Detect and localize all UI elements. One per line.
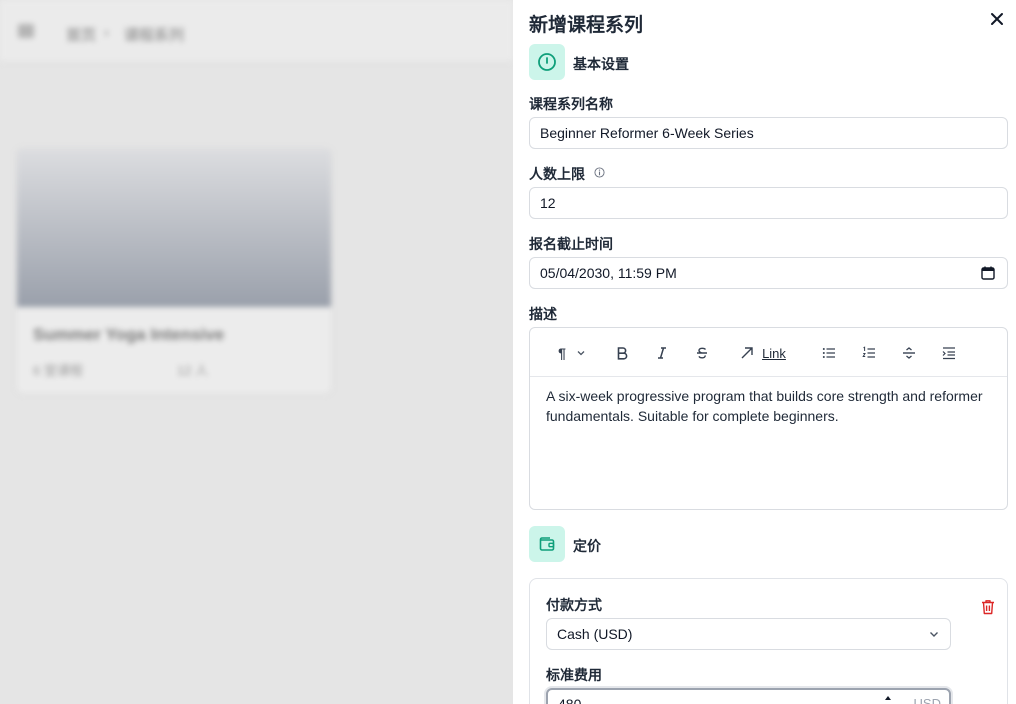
basic-section-icon-box bbox=[529, 44, 565, 80]
drawer-title: 新增课程系列 bbox=[529, 15, 644, 36]
chevron-down-icon bbox=[930, 632, 938, 637]
pricing-option-card: 付款方式 Cash (USD) 标准费用 USD bbox=[529, 578, 1008, 704]
background-page: 首页 › 课程系列 Summer Yoga Intensive 6 堂课程 12… bbox=[0, 0, 513, 704]
description-text[interactable]: A six-week progressive program that buil… bbox=[546, 386, 986, 426]
trash-icon bbox=[982, 600, 994, 615]
strikethrough-button[interactable] bbox=[692, 342, 712, 364]
breadcrumb-separator: › bbox=[104, 24, 109, 41]
payment-method-value: Cash (USD) bbox=[557, 626, 633, 642]
horizontal-rule-icon bbox=[903, 347, 915, 359]
close-button[interactable] bbox=[988, 10, 1006, 28]
editor-toolbar: ¶ Link bbox=[530, 328, 1007, 377]
standard-fee-label: 标准费用 bbox=[546, 667, 602, 683]
link-button[interactable]: Link bbox=[736, 342, 790, 364]
capacity-info-icon[interactable] bbox=[594, 167, 605, 178]
paragraph-style-dropdown[interactable]: ¶ bbox=[552, 342, 592, 364]
basic-section-label: 基本设置 bbox=[573, 56, 629, 72]
description-editor[interactable]: ¶ Link A six-week progressive program th… bbox=[529, 327, 1008, 510]
ordered-list-icon bbox=[862, 346, 875, 358]
standard-fee-input[interactable] bbox=[548, 690, 868, 704]
payment-method-select[interactable]: Cash (USD) bbox=[546, 618, 951, 650]
close-icon bbox=[991, 13, 1003, 25]
breadcrumb-home: 首页 bbox=[66, 27, 97, 44]
ordered-list-button[interactable] bbox=[859, 342, 879, 364]
deadline-input[interactable] bbox=[529, 257, 1008, 289]
info-icon bbox=[538, 53, 556, 71]
background-topbar: 首页 › 课程系列 bbox=[0, 0, 513, 62]
bullet-list-icon bbox=[822, 348, 835, 358]
deadline-label: 报名截止时间 bbox=[529, 236, 613, 252]
italic-icon bbox=[658, 347, 666, 359]
wallet-icon bbox=[539, 537, 555, 551]
create-series-drawer: 新增课程系列 基本设置 课程系列名称 人数上限 报名截止时间 描述 bbox=[513, 0, 1016, 704]
horizontal-rule-button[interactable] bbox=[899, 342, 919, 364]
indent-button[interactable] bbox=[939, 342, 959, 364]
series-card-capacity: 12 人 bbox=[177, 363, 209, 378]
series-name-label: 课程系列名称 bbox=[529, 96, 613, 112]
link-label: Link bbox=[762, 345, 786, 361]
breadcrumb-current: 课程系列 bbox=[124, 27, 185, 44]
series-card-title: Summer Yoga Intensive bbox=[33, 325, 225, 344]
bullet-list-button[interactable] bbox=[819, 342, 839, 364]
menu-icon bbox=[18, 24, 34, 38]
delete-pricing-button[interactable] bbox=[981, 599, 995, 615]
description-label: 描述 bbox=[529, 306, 557, 322]
capacity-label: 人数上限 bbox=[529, 166, 585, 182]
currency-unit: USD bbox=[913, 696, 941, 704]
payment-method-label: 付款方式 bbox=[546, 597, 602, 613]
italic-button[interactable] bbox=[652, 342, 672, 364]
series-card: Summer Yoga Intensive 6 堂课程 12 人 bbox=[16, 148, 332, 394]
calendar-icon[interactable] bbox=[981, 266, 995, 280]
paragraph-icon: ¶ bbox=[558, 345, 566, 361]
capacity-input[interactable] bbox=[529, 187, 1008, 219]
indent-icon bbox=[942, 347, 955, 360]
bold-button[interactable] bbox=[612, 342, 632, 364]
series-card-meta: 6 堂课程 bbox=[33, 363, 83, 378]
series-name-input[interactable] bbox=[529, 117, 1008, 149]
pricing-section-label: 定价 bbox=[573, 538, 601, 554]
strikethrough-icon bbox=[697, 347, 707, 359]
series-card-image bbox=[17, 149, 331, 307]
pricing-section-icon-box bbox=[529, 526, 565, 562]
bold-icon bbox=[617, 347, 628, 360]
link-arrow-icon bbox=[741, 347, 753, 359]
drawer-header: 新增课程系列 bbox=[513, 0, 1016, 44]
standard-fee-field[interactable]: USD bbox=[546, 688, 951, 704]
chevron-down-icon bbox=[577, 351, 585, 356]
number-spinner-icon[interactable] bbox=[883, 692, 893, 704]
